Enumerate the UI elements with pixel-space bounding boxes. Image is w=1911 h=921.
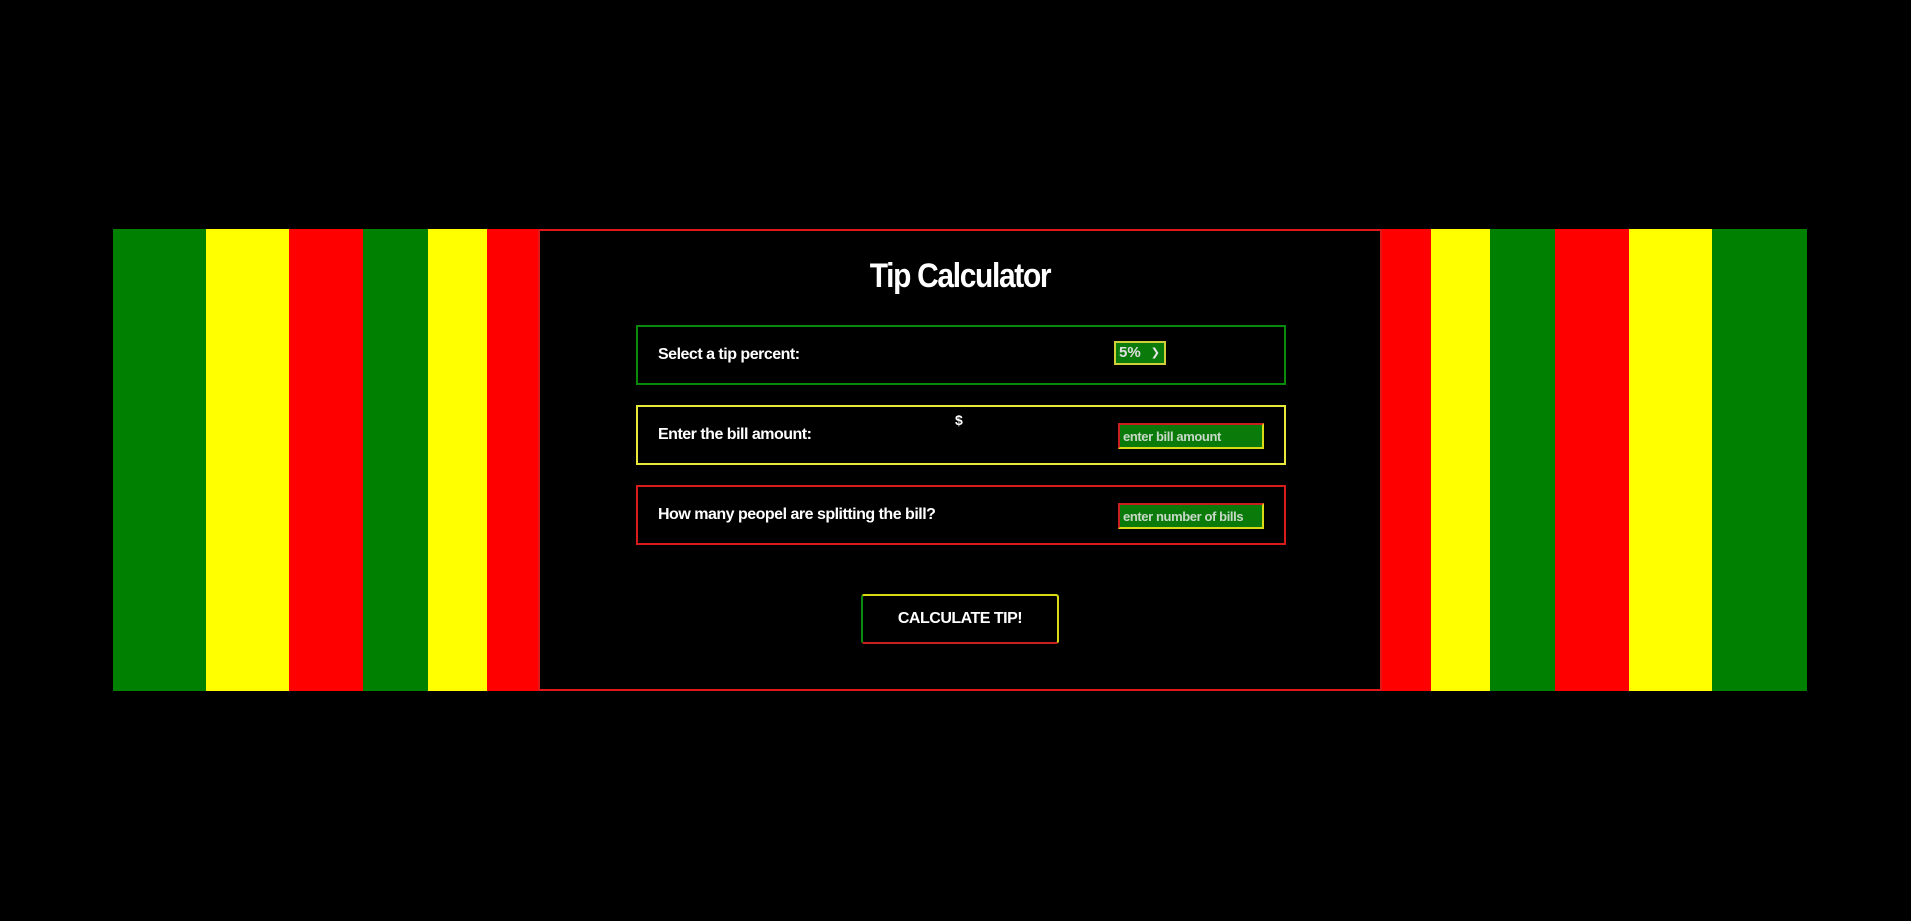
stripe-red xyxy=(1378,229,1431,691)
page-title: Tip Calculator xyxy=(869,257,1052,295)
split-count-label: How many peopel are splitting the bill? xyxy=(658,506,936,523)
tip-percent-value: 5% xyxy=(1119,344,1141,361)
calculator-panel: Tip Calculator Select a tip percent: 5% … xyxy=(538,229,1382,691)
calculate-tip-button[interactable]: CALCULATE TIP! xyxy=(861,594,1059,644)
split-count-input[interactable] xyxy=(1118,503,1264,529)
stripe-yellow xyxy=(428,229,487,691)
stripe-green xyxy=(1712,229,1807,691)
stripe-green xyxy=(113,229,206,691)
split-count-row: How many peopel are splitting the bill? xyxy=(636,485,1286,545)
stripe-red xyxy=(289,229,363,691)
dollar-sign: $ xyxy=(955,412,963,428)
stripe-red xyxy=(487,229,542,691)
stripe-green xyxy=(363,229,428,691)
stripe-yellow xyxy=(1629,229,1712,691)
striped-banner: Tip Calculator Select a tip percent: 5% … xyxy=(113,229,1807,691)
chevron-down-icon: ❯ xyxy=(1150,347,1160,359)
stripe-green xyxy=(1490,229,1555,691)
stripe-red xyxy=(1555,229,1629,691)
tip-percent-row: Select a tip percent: 5% ❯ xyxy=(636,325,1286,385)
tip-percent-label: Select a tip percent: xyxy=(658,346,800,363)
bill-amount-row: Enter the bill amount: $ xyxy=(636,405,1286,465)
stripe-yellow xyxy=(206,229,289,691)
bill-amount-label: Enter the bill amount: xyxy=(658,426,812,443)
tip-percent-select[interactable]: 5% ❯ xyxy=(1114,341,1166,365)
bill-amount-input[interactable] xyxy=(1118,423,1264,449)
stripe-yellow xyxy=(1431,229,1490,691)
